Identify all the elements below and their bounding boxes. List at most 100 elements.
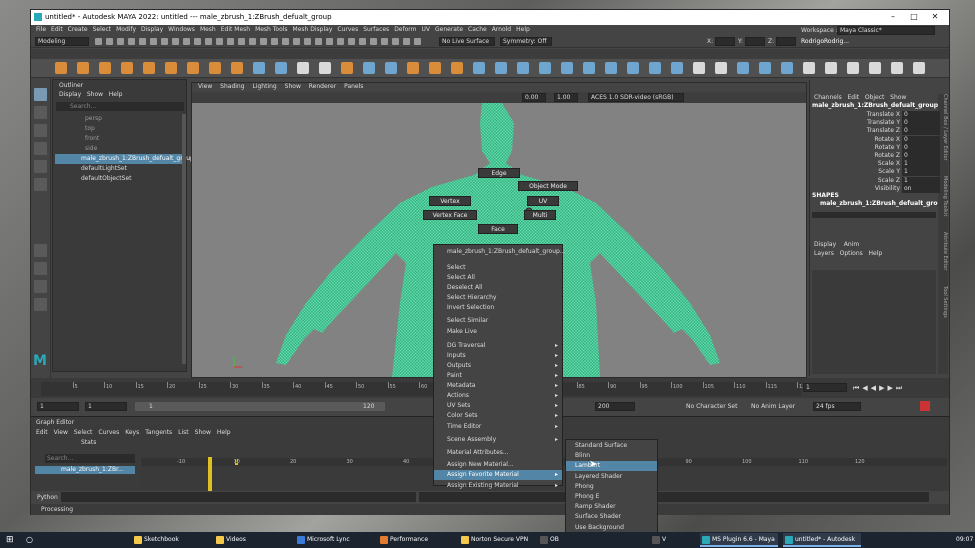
end-time-field[interactable]: 200 <box>595 402 635 411</box>
user-account[interactable]: RodrigoRodrig... <box>801 38 849 45</box>
status-tool-icon[interactable] <box>216 38 223 45</box>
clock[interactable]: 09:07 <box>956 536 973 543</box>
channel-row[interactable]: Translate X0 <box>850 111 940 119</box>
status-tool-icon[interactable] <box>403 38 410 45</box>
shelf-tool-icon[interactable] <box>407 62 419 74</box>
status-tool-icon[interactable] <box>128 38 135 45</box>
windows-start-icon[interactable]: ⊞ <box>6 535 16 545</box>
material-option[interactable]: Ramp Shader <box>566 502 657 512</box>
shelf-tool-icon[interactable] <box>627 62 639 74</box>
taskbar-app[interactable]: V <box>650 533 690 547</box>
material-option[interactable]: Phong <box>566 482 657 492</box>
lasso-tool-icon[interactable] <box>34 106 47 119</box>
channel-value[interactable]: on <box>902 184 940 193</box>
channel-value[interactable]: 0 <box>902 111 940 119</box>
shelf-tool-icon[interactable] <box>693 62 705 74</box>
context-menu-item[interactable]: Select Hierarchy <box>434 293 562 303</box>
shelf-tool-icon[interactable] <box>275 62 287 74</box>
ge-menu-view[interactable]: View <box>54 429 68 436</box>
shelf-tool-icon[interactable] <box>363 62 375 74</box>
status-tool-icon[interactable] <box>293 38 300 45</box>
context-menu-item[interactable]: Assign New Material... <box>434 460 562 470</box>
taskbar-app[interactable]: OB <box>538 533 578 547</box>
shelf-tool-icon[interactable] <box>121 62 133 74</box>
shelf-tool-icon[interactable] <box>231 62 243 74</box>
side-tab-tool-settings[interactable]: Tool Settings <box>942 286 948 318</box>
channel-value[interactable]: 0 <box>902 127 940 136</box>
status-tool-icon[interactable] <box>205 38 212 45</box>
context-menu-item[interactable]: UV Sets ▸ <box>434 401 562 411</box>
menu-generate[interactable]: Generate <box>435 26 463 33</box>
side-tab-modeling-toolkit[interactable]: Modeling Toolkit <box>942 176 948 216</box>
material-option[interactable]: Lambert <box>566 461 657 472</box>
current-time-marker[interactable] <box>208 457 212 491</box>
move-tool-icon[interactable] <box>34 142 47 155</box>
ge-menu-list[interactable]: List <box>178 429 189 436</box>
context-menu-item[interactable]: Time Editor ▸ <box>434 422 562 432</box>
cb-menu-object[interactable]: Object <box>865 94 885 101</box>
vp-menu-shading[interactable]: Shading <box>220 83 244 90</box>
status-tool-icon[interactable] <box>337 38 344 45</box>
status-tool-icon[interactable] <box>260 38 267 45</box>
menu-mesh[interactable]: Mesh <box>200 26 216 33</box>
mm-vertex-face[interactable]: Vertex Face <box>423 210 477 220</box>
context-menu-item[interactable]: Paint ▸ <box>434 371 562 381</box>
ge-menu-tangents[interactable]: Tangents <box>145 429 172 436</box>
menu-edit-mesh[interactable]: Edit Mesh <box>221 26 250 33</box>
status-tool-icon[interactable] <box>359 38 366 45</box>
material-option[interactable]: Layered Shader <box>566 472 657 482</box>
menu-surfaces[interactable]: Surfaces <box>363 26 389 33</box>
status-tool-icon[interactable] <box>249 38 256 45</box>
shelf-tool-icon[interactable] <box>869 62 881 74</box>
shelf-tool-icon[interactable] <box>825 62 837 74</box>
close-button[interactable]: ✕ <box>925 12 945 23</box>
shelf-tool-icon[interactable] <box>737 62 749 74</box>
layer-menu-layers[interactable]: Layers <box>814 250 834 257</box>
layer-tab-display[interactable]: Display <box>814 241 836 248</box>
shelf-tool-icon[interactable] <box>297 62 309 74</box>
status-tool-icon[interactable] <box>315 38 322 45</box>
channel-row[interactable]: Translate Z0 <box>850 127 940 136</box>
material-option[interactable]: Phong E <box>566 492 657 502</box>
shelf-tool-icon[interactable] <box>715 62 727 74</box>
shelf-tool-icon[interactable] <box>847 62 859 74</box>
status-tool-icon[interactable] <box>271 38 278 45</box>
single-pane-icon[interactable] <box>34 244 47 257</box>
outliner-menu-show[interactable]: Show <box>87 91 103 98</box>
channel-row[interactable]: Translate Y0 <box>850 119 940 128</box>
menu-deform[interactable]: Deform <box>394 26 416 33</box>
vp-menu-panels[interactable]: Panels <box>344 83 363 90</box>
current-frame-field[interactable]: 1 <box>803 383 847 392</box>
cb-menu-show[interactable]: Show <box>890 94 906 101</box>
python-label[interactable]: Python <box>37 494 58 501</box>
colorspace-dropdown[interactable]: ACES 1.0 SDR-video (sRGB) <box>588 93 684 102</box>
context-menu-item[interactable]: Select <box>434 263 562 273</box>
context-menu-item[interactable]: Outputs ▸ <box>434 361 562 371</box>
anim-layer[interactable]: No Anim Layer <box>751 403 795 410</box>
channel-row[interactable]: Rotate Z0 <box>850 152 940 160</box>
shelf-tool-icon[interactable] <box>517 62 529 74</box>
channel-row[interactable]: Scale Z1 <box>850 176 940 185</box>
channel-value[interactable]: 1 <box>902 168 940 177</box>
status-tool-icon[interactable] <box>139 38 146 45</box>
menu-windows[interactable]: Windows <box>168 26 195 33</box>
status-tool-icon[interactable] <box>183 38 190 45</box>
status-tool-icon[interactable] <box>172 38 179 45</box>
context-menu-item[interactable]: Metadata ▸ <box>434 381 562 391</box>
live-surface-field[interactable]: No Live Surface <box>439 37 495 46</box>
shelf-tool-icon[interactable] <box>473 62 485 74</box>
shelf-tool-icon[interactable] <box>605 62 617 74</box>
channel-value[interactable]: 0 <box>902 152 940 160</box>
context-menu-item[interactable]: Actions ▸ <box>434 391 562 401</box>
shelf-tool-icon[interactable] <box>495 62 507 74</box>
status-tool-icon[interactable] <box>304 38 311 45</box>
context-menu-item[interactable]: Invert Selection <box>434 303 562 313</box>
scale-tool-icon[interactable] <box>34 178 47 191</box>
status-tool-icon[interactable] <box>326 38 333 45</box>
mm-uv[interactable]: UV <box>527 196 559 206</box>
shelf-tool-icon[interactable] <box>759 62 771 74</box>
outliner-item-front[interactable]: front <box>55 134 183 144</box>
channel-row[interactable]: Scale X1 <box>850 160 940 169</box>
mm-object-mode[interactable]: Object Mode <box>518 181 578 191</box>
context-menu-item[interactable]: Select Similar <box>434 316 562 326</box>
